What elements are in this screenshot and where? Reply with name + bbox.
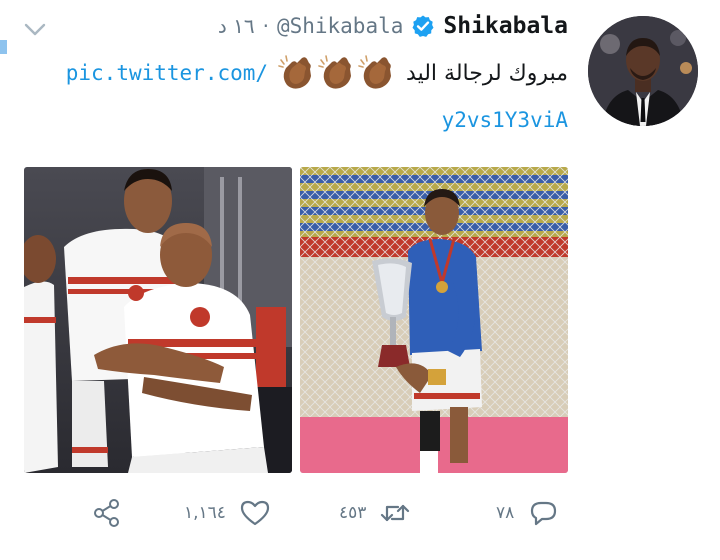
media-link-part1[interactable]: pic.twitter.com/ — [66, 61, 268, 85]
chevron-down-icon[interactable] — [24, 22, 46, 38]
clapping-hands-icon — [358, 55, 392, 89]
share-icon — [94, 499, 119, 527]
tweet-timestamp[interactable]: ١٦ د — [218, 14, 255, 38]
verified-badge-icon — [411, 14, 435, 38]
separator-dot: · — [262, 14, 269, 38]
reply-count: ٧٨ — [496, 503, 515, 523]
clapping-hands-emoji-group — [278, 54, 396, 92]
media-link-part2[interactable]: y2vs1Y3viA — [442, 108, 568, 132]
tweet-card[interactable]: Shikabala @Shikabala · ١٦ د مبروك لرجالة… — [0, 0, 720, 560]
selection-indicator — [0, 40, 7, 54]
tweet-photo-trophy[interactable] — [300, 167, 568, 473]
clapping-hands-icon — [318, 55, 352, 89]
tweet-action-bar: ٧٨ ٤٥٣ ١,١٦٤ — [0, 490, 720, 536]
clapping-hands-icon — [278, 55, 312, 89]
retweet-count: ٤٥٣ — [339, 503, 367, 523]
retweet-icon — [381, 504, 410, 522]
reply-icon — [531, 501, 557, 526]
tweet-header: Shikabala @Shikabala · ١٦ د — [218, 10, 568, 42]
author-name[interactable]: Shikabala — [443, 13, 568, 39]
avatar[interactable] — [588, 16, 698, 126]
reply-button[interactable]: ٧٨ — [496, 490, 560, 536]
like-count: ١,١٦٤ — [184, 503, 226, 523]
author-handle[interactable]: @Shikabala — [277, 14, 403, 38]
tweet-text-line: مبروك لرجالة اليد pic.twitter.com/ — [66, 52, 568, 94]
heart-icon — [240, 500, 270, 526]
tweet-photo-team[interactable] — [24, 167, 292, 473]
tweet-text: مبروك لرجالة اليد — [406, 60, 568, 86]
retweet-button[interactable]: ٤٥٣ — [339, 490, 412, 536]
like-button[interactable]: ١,١٦٤ — [184, 490, 272, 536]
share-button[interactable] — [90, 490, 124, 536]
